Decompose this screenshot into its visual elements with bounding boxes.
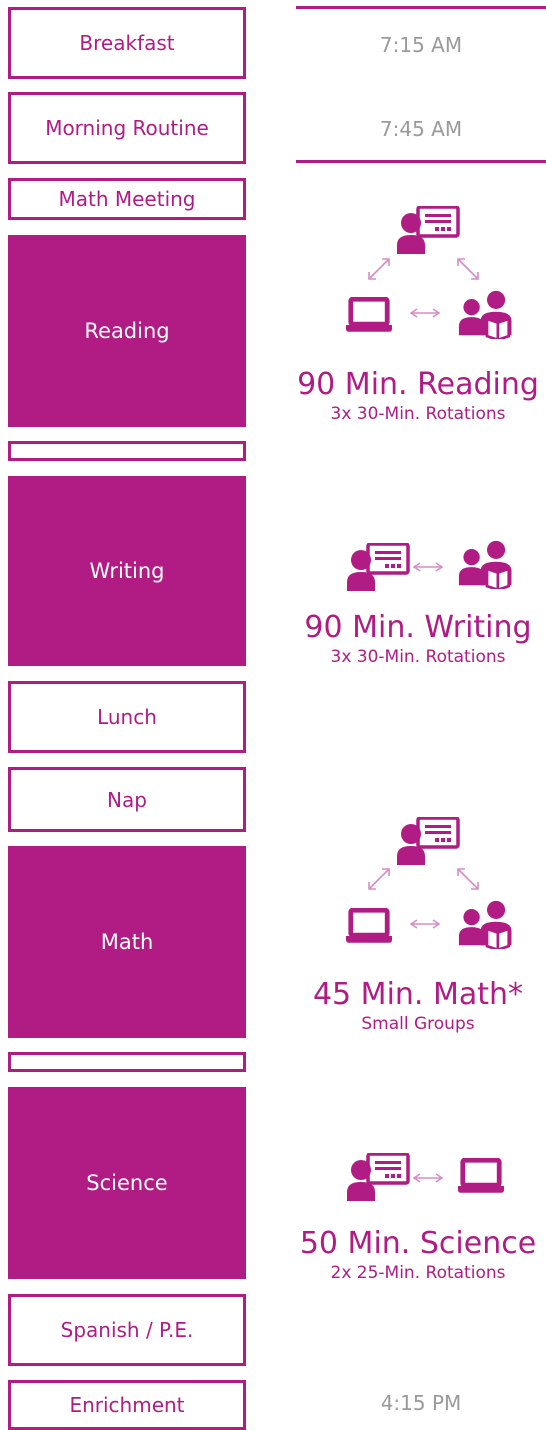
caption-math-sub: Small Groups <box>361 1014 475 1034</box>
laptop-icon <box>458 1158 504 1193</box>
block-spacer-1 <box>8 441 246 461</box>
teacher-board-icon <box>396 817 460 865</box>
teacher-board-icon <box>346 543 410 591</box>
block-reading: Reading <box>8 235 246 427</box>
double-arrow-icon <box>413 1173 443 1183</box>
block-math-meeting: Math Meeting <box>8 178 246 220</box>
diagonal-arrow-icon <box>457 868 479 890</box>
block-spacer-2 <box>8 1052 246 1072</box>
caption-math-title: 45 Min. Math* <box>312 977 524 1012</box>
block-nap: Nap <box>8 767 246 832</box>
double-arrow-icon <box>413 562 443 572</box>
caption-writing-title: 90 Min. Writing <box>304 610 532 645</box>
caption-writing-sub: 3x 30-Min. Rotations <box>330 647 506 667</box>
block-science: Science <box>8 1087 246 1279</box>
caption-science-title: 50 Min. Science <box>299 1226 537 1261</box>
block-writing: Writing <box>8 476 246 666</box>
block-spanish-pe: Spanish / P.E. <box>8 1294 246 1366</box>
caption-science: 50 Min. Science 2x 25-Min. Rotations <box>283 1226 546 1284</box>
bottom-divider <box>296 160 546 163</box>
double-arrow-icon <box>410 308 440 318</box>
caption-science-sub: 2x 25-Min. Rotations <box>330 1263 506 1283</box>
block-lunch: Lunch <box>8 681 246 753</box>
students-reading-icon <box>458 288 516 339</box>
time-enrichment: 4:15 PM <box>380 1391 462 1415</box>
caption-reading-sub: 3x 30-Min. Rotations <box>330 404 506 424</box>
block-math: Math <box>8 846 246 1038</box>
caption-math: 45 Min. Math* Small Groups <box>283 977 546 1035</box>
laptop-icon <box>346 297 392 332</box>
block-breakfast: Breakfast <box>8 7 246 79</box>
students-reading-icon <box>458 898 516 949</box>
caption-reading: 90 Min. Reading 3x 30-Min. Rotations <box>283 367 546 425</box>
diagonal-arrow-icon <box>368 868 390 890</box>
block-enrichment: Enrichment <box>8 1380 246 1430</box>
caption-writing: 90 Min. Writing 3x 30-Min. Rotations <box>283 610 546 668</box>
students-reading-icon <box>458 538 516 589</box>
diagonal-arrow-icon <box>457 258 479 280</box>
time-breakfast: 7:15 AM <box>379 33 463 57</box>
double-arrow-icon <box>410 919 440 929</box>
teacher-board-icon <box>396 206 460 254</box>
diagonal-arrow-icon <box>368 258 390 280</box>
time-morning-routine: 7:45 AM <box>379 117 463 141</box>
laptop-icon <box>346 908 392 943</box>
top-divider <box>296 6 546 9</box>
block-morning-routine: Morning Routine <box>8 92 246 164</box>
caption-reading-title: 90 Min. Reading <box>297 367 539 402</box>
teacher-board-icon <box>346 1153 410 1201</box>
